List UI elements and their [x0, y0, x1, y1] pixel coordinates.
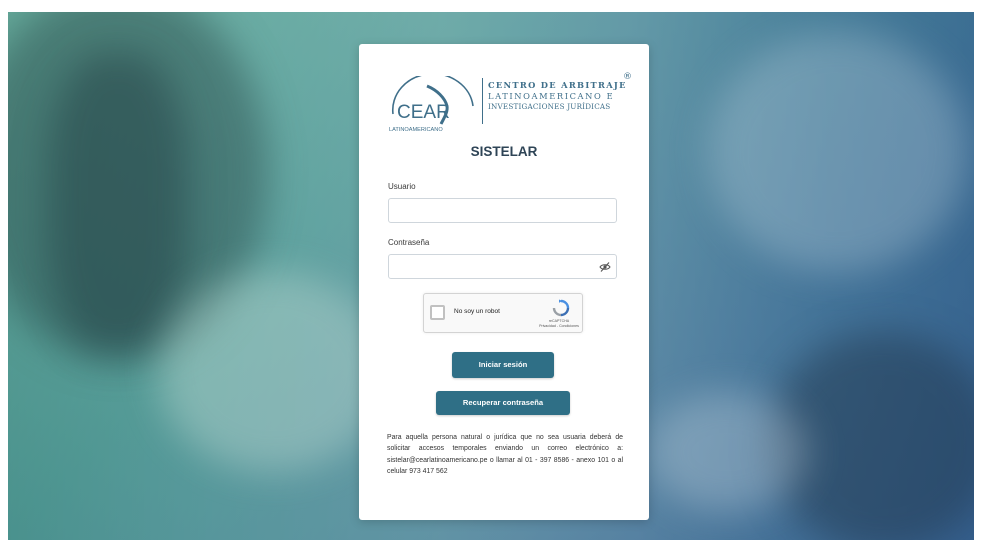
bg-shape — [48, 52, 188, 352]
logo-divider — [482, 78, 483, 124]
username-input[interactable] — [388, 198, 617, 223]
bg-shape — [158, 272, 388, 472]
recaptcha-icon — [552, 299, 570, 317]
bg-shape — [648, 392, 808, 512]
logo-text: CENTRO DE ARBITRAJE LATINOAMERICANO E IN… — [488, 80, 628, 111]
recover-password-button[interactable]: Recuperar contraseña — [436, 391, 570, 415]
svg-text:CEAR: CEAR — [397, 102, 450, 123]
username-label: Usuario — [388, 182, 416, 191]
recaptcha-brand: reCAPTCHA Privacidad - Condiciones — [536, 319, 582, 328]
password-label: Contraseña — [388, 238, 430, 247]
logo-line-3: INVESTIGACIONES JURÍDICAS — [488, 102, 611, 111]
logo-line-2: LATINOAMERICANO E — [488, 91, 615, 101]
access-info-text: Para aquella persona natural o jurídica … — [387, 434, 623, 475]
recaptcha-checkbox[interactable] — [430, 305, 445, 320]
system-title: SISTELAR — [470, 144, 538, 159]
cear-logo: CEAR LATINOAMERICANO CENTRO DE ARBITRAJE… — [387, 72, 632, 136]
login-button[interactable]: Iniciar sesión — [452, 352, 554, 378]
recaptcha-widget: No soy un robot reCAPTCHA Privacidad - C… — [423, 293, 583, 333]
recaptcha-label: No soy un robot — [454, 308, 500, 315]
login-card: CEAR LATINOAMERICANO CENTRO DE ARBITRAJE… — [359, 44, 649, 520]
cear-logo-mark: CEAR LATINOAMERICANO — [389, 76, 474, 133]
logo-line-1: CENTRO DE ARBITRAJE — [488, 80, 627, 90]
recaptcha-links[interactable]: Privacidad - Condiciones — [536, 324, 582, 329]
svg-text:LATINOAMERICANO: LATINOAMERICANO — [389, 127, 443, 133]
bg-shape — [708, 32, 968, 272]
password-input[interactable] — [388, 254, 617, 279]
eye-slash-icon[interactable] — [599, 261, 611, 273]
registered-mark: ® — [623, 72, 632, 82]
